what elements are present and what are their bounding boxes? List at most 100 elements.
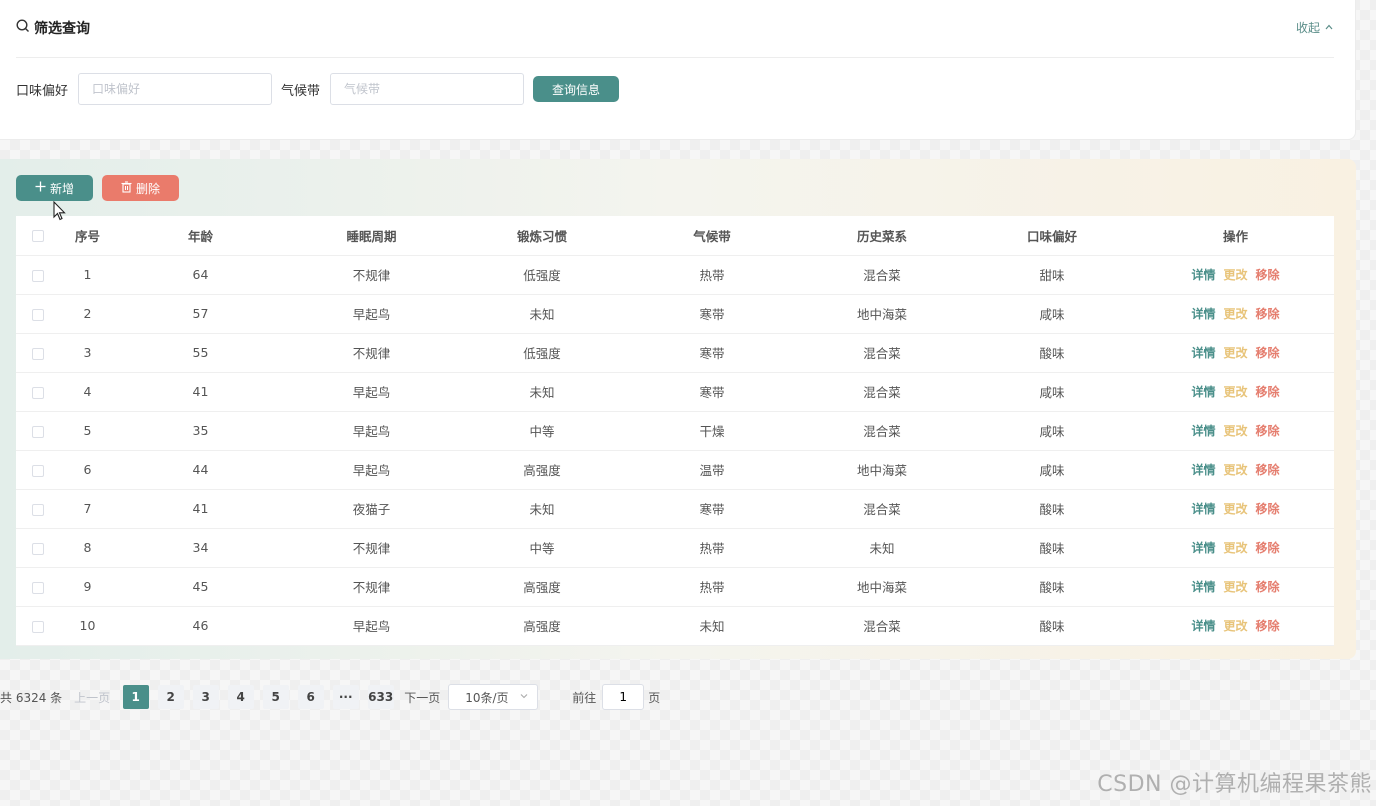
- row-checkbox[interactable]: [32, 503, 44, 516]
- remove-button[interactable]: 移除: [1256, 580, 1280, 594]
- remove-button[interactable]: 移除: [1256, 463, 1280, 477]
- cell-climate: 热带: [627, 528, 797, 568]
- page-number-button[interactable]: 2: [157, 685, 184, 709]
- chevron-down-icon: [519, 690, 529, 704]
- cell-exercise: 未知: [457, 372, 627, 412]
- row-checkbox[interactable]: [32, 464, 44, 477]
- header-taste: 口味偏好: [967, 216, 1137, 256]
- cell-taste: 酸味: [967, 489, 1137, 529]
- cell-climate: 温带: [627, 450, 797, 490]
- goto-page-input[interactable]: [602, 684, 645, 710]
- filter-panel: 筛选查询 收起 口味偏好 气候带 查询信息: [0, 0, 1356, 140]
- table-row: 5 35 早起鸟 中等 干燥 混合菜 咸味 详情 更改 移除: [16, 411, 1334, 451]
- detail-button[interactable]: 详情: [1191, 346, 1215, 360]
- cell-no: 4: [60, 372, 115, 412]
- cell-climate: 干燥: [627, 411, 797, 451]
- select-all-checkbox[interactable]: [32, 230, 44, 243]
- remove-button[interactable]: 移除: [1256, 385, 1280, 399]
- page-number-button[interactable]: 3: [192, 685, 219, 709]
- cell-sleep: 不规律: [286, 333, 457, 373]
- detail-button[interactable]: 详情: [1191, 502, 1215, 516]
- collapse-button[interactable]: 收起: [1296, 19, 1334, 36]
- table-panel: 新增 删除 序号 年龄 睡眠周期 锻炼习惯 气候带 历史菜系 口味偏好 操作 1…: [0, 159, 1356, 659]
- detail-button[interactable]: 详情: [1191, 385, 1215, 399]
- edit-button[interactable]: 更改: [1223, 502, 1247, 516]
- filter-header: 筛选查询 收起: [16, 14, 1334, 58]
- detail-button[interactable]: 详情: [1191, 463, 1215, 477]
- table-row: 8 34 不规律 中等 热带 未知 酸味 详情 更改 移除: [16, 528, 1334, 568]
- detail-button[interactable]: 详情: [1191, 619, 1215, 633]
- cell-age: 34: [115, 528, 286, 568]
- page-number-button[interactable]: 633: [367, 685, 394, 709]
- detail-button[interactable]: 详情: [1191, 541, 1215, 555]
- remove-button[interactable]: 移除: [1256, 424, 1280, 438]
- row-actions: 详情 更改 移除: [1137, 294, 1334, 334]
- row-select-cell: [16, 333, 60, 373]
- cell-cuisine: 地中海菜: [797, 567, 967, 607]
- cell-taste: 酸味: [967, 528, 1137, 568]
- edit-button[interactable]: 更改: [1223, 385, 1247, 399]
- prev-page-button[interactable]: 上一页: [74, 689, 110, 706]
- row-checkbox[interactable]: [32, 269, 44, 282]
- row-checkbox[interactable]: [32, 347, 44, 360]
- remove-button[interactable]: 移除: [1256, 541, 1280, 555]
- cell-climate: 寒带: [627, 372, 797, 412]
- climate-input[interactable]: [330, 73, 525, 105]
- detail-button[interactable]: 详情: [1191, 268, 1215, 282]
- cell-sleep: 不规律: [286, 528, 457, 568]
- row-checkbox[interactable]: [32, 386, 44, 399]
- cell-exercise: 中等: [457, 411, 627, 451]
- row-actions: 详情 更改 移除: [1137, 606, 1334, 646]
- row-checkbox[interactable]: [32, 308, 44, 321]
- row-checkbox[interactable]: [32, 581, 44, 594]
- edit-button[interactable]: 更改: [1223, 268, 1247, 282]
- page-number-button[interactable]: 1: [122, 685, 149, 709]
- taste-input[interactable]: [78, 73, 273, 105]
- page-number-button[interactable]: 4: [227, 685, 254, 709]
- edit-button[interactable]: 更改: [1223, 346, 1247, 360]
- row-checkbox[interactable]: [32, 425, 44, 438]
- remove-button[interactable]: 移除: [1256, 268, 1280, 282]
- cell-no: 7: [60, 489, 115, 529]
- cell-cuisine: 混合菜: [797, 411, 967, 451]
- detail-button[interactable]: 详情: [1191, 424, 1215, 438]
- row-select-cell: [16, 255, 60, 295]
- cell-cuisine: 混合菜: [797, 606, 967, 646]
- page-number-button[interactable]: 5: [262, 685, 289, 709]
- query-button[interactable]: 查询信息: [533, 76, 620, 102]
- mouse-cursor-icon: [53, 200, 67, 225]
- row-select-cell: [16, 411, 60, 451]
- header-cuisine: 历史菜系: [797, 216, 967, 256]
- cell-exercise: 中等: [457, 528, 627, 568]
- edit-button[interactable]: 更改: [1223, 580, 1247, 594]
- detail-button[interactable]: 详情: [1191, 580, 1215, 594]
- page-number-button[interactable]: ···: [332, 685, 359, 709]
- cell-sleep: 夜猫子: [286, 489, 457, 529]
- edit-button[interactable]: 更改: [1223, 424, 1247, 438]
- remove-button[interactable]: 移除: [1256, 307, 1280, 321]
- delete-button[interactable]: 删除: [102, 175, 179, 201]
- row-actions: 详情 更改 移除: [1137, 333, 1334, 373]
- cell-exercise: 低强度: [457, 333, 627, 373]
- edit-button[interactable]: 更改: [1223, 619, 1247, 633]
- remove-button[interactable]: 移除: [1256, 346, 1280, 360]
- edit-button[interactable]: 更改: [1223, 541, 1247, 555]
- remove-button[interactable]: 移除: [1256, 502, 1280, 516]
- add-button[interactable]: 新增: [16, 175, 93, 201]
- next-page-button[interactable]: 下一页: [404, 689, 440, 706]
- edit-button[interactable]: 更改: [1223, 307, 1247, 321]
- climate-label: 气候带: [281, 83, 321, 99]
- edit-button[interactable]: 更改: [1223, 463, 1247, 477]
- page-number-button[interactable]: 6: [297, 685, 324, 709]
- detail-button[interactable]: 详情: [1191, 307, 1215, 321]
- table-header-row: 序号 年龄 睡眠周期 锻炼习惯 气候带 历史菜系 口味偏好 操作: [16, 216, 1334, 256]
- row-checkbox[interactable]: [32, 542, 44, 555]
- page-size-select[interactable]: 10条/页: [448, 684, 539, 710]
- row-checkbox[interactable]: [32, 620, 44, 633]
- delete-label: 删除: [135, 181, 160, 196]
- taste-label: 口味偏好: [16, 83, 69, 99]
- remove-button[interactable]: 移除: [1256, 619, 1280, 633]
- cell-exercise: 高强度: [457, 567, 627, 607]
- table-row: 7 41 夜猫子 未知 寒带 混合菜 酸味 详情 更改 移除: [16, 489, 1334, 529]
- cell-taste: 酸味: [967, 606, 1137, 646]
